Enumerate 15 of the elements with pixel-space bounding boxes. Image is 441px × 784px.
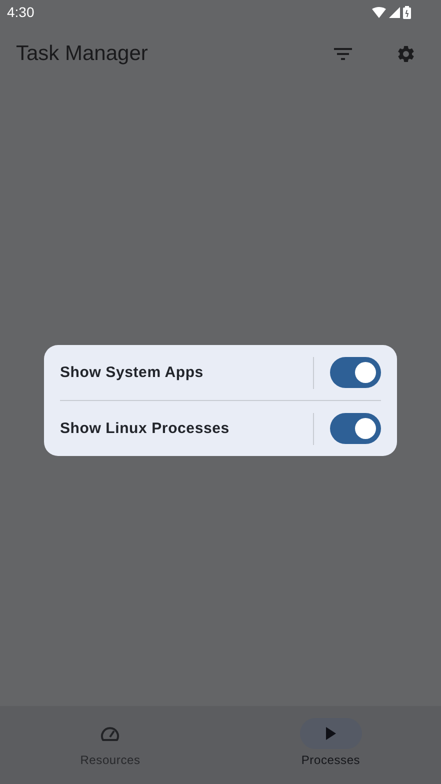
- app-title: Task Manager: [16, 42, 149, 66]
- nav-item[interactable]: Processes: [220, 706, 441, 784]
- nav-label: Processes: [301, 753, 360, 767]
- status-time: 4:30: [7, 4, 34, 20]
- signal-icon: [389, 6, 400, 18]
- filter-icon[interactable]: [334, 48, 352, 60]
- settings-icon[interactable]: [396, 44, 416, 64]
- play-icon: [326, 727, 336, 740]
- option-label: Show Linux Processes: [60, 420, 230, 437]
- toggle-switch[interactable]: [330, 357, 381, 388]
- toggle-switch[interactable]: [330, 413, 381, 444]
- wifi-icon: [372, 6, 386, 18]
- option-label: Show System Apps: [60, 364, 204, 381]
- battery-icon: [403, 6, 411, 18]
- gauge-icon: [100, 726, 120, 742]
